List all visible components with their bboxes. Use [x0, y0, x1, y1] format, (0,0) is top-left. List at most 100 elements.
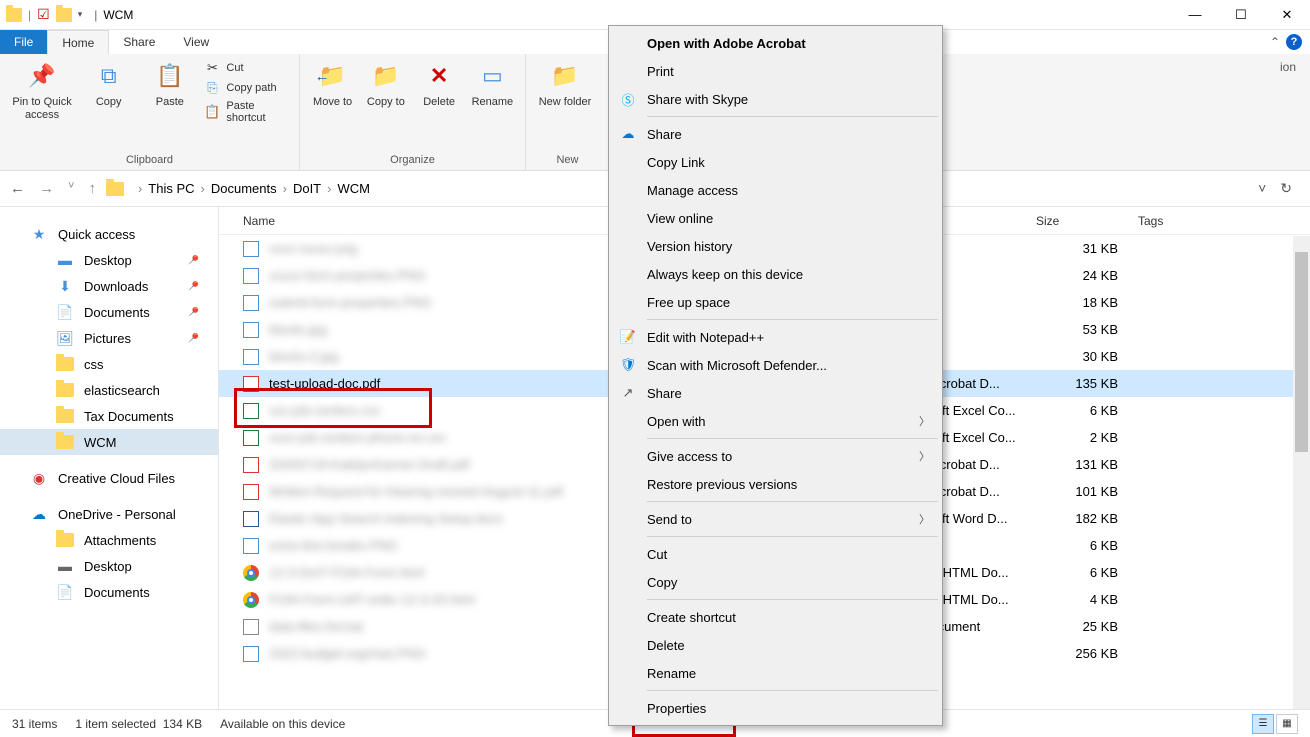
ctx-create-shortcut[interactable]: Create shortcut: [611, 603, 940, 631]
rename-button[interactable]: ▭ Rename: [470, 60, 515, 109]
large-icons-view-button[interactable]: ▦: [1276, 714, 1298, 734]
ctx-share2[interactable]: ↗Share: [611, 379, 940, 407]
ctx-notepad[interactable]: 📝Edit with Notepad++: [611, 323, 940, 351]
pin-to-quick-access-button[interactable]: 📌 Pin to Quick access: [10, 60, 74, 122]
nav-pictures[interactable]: 🖼Pictures📍: [0, 325, 218, 351]
pdf-file-icon: [243, 484, 259, 500]
pdf-file-icon: [243, 457, 259, 473]
refresh-button[interactable]: ↻: [1280, 180, 1292, 197]
img-file-icon: [243, 538, 259, 554]
ctx-skype[interactable]: ⓈShare with Skype: [611, 85, 940, 113]
img-file-icon: [243, 322, 259, 338]
collapse-ribbon-icon[interactable]: ⌃: [1270, 35, 1280, 49]
ctx-share[interactable]: ☁Share: [611, 120, 940, 148]
skype-icon: Ⓢ: [619, 90, 637, 108]
cut-button[interactable]: ✂Cut: [204, 60, 289, 76]
tab-home[interactable]: Home: [47, 30, 109, 54]
folder-icon: [106, 182, 124, 196]
col-tags[interactable]: Tags: [1138, 214, 1310, 228]
file-name: 2022-budget-orgchart.PNG: [269, 646, 426, 661]
file-size: 131 KB: [1036, 457, 1138, 472]
scrollbar-thumb[interactable]: [1295, 252, 1308, 452]
forward-button[interactable]: →: [39, 180, 54, 197]
paste-button[interactable]: 📋 Paste: [143, 60, 196, 109]
ctx-copy[interactable]: Copy: [611, 568, 940, 596]
notepad-icon: 📝: [619, 328, 637, 346]
onedrive-icon: ☁: [30, 506, 48, 522]
crumb-this-pc[interactable]: This PC: [148, 181, 194, 196]
nav-tax-documents[interactable]: Tax Documents: [0, 403, 218, 429]
ctx-copy-link[interactable]: Copy Link: [611, 148, 940, 176]
delete-label: Delete: [423, 96, 455, 109]
file-name: Elastic-App-Search-Indexing-Setup.docx: [269, 511, 503, 526]
details-view-button[interactable]: ☰: [1252, 714, 1274, 734]
nav-od-attachments[interactable]: Attachments: [0, 527, 218, 553]
qat-dropdown-icon[interactable]: ▾: [78, 9, 83, 20]
crumb-documents[interactable]: Documents: [211, 181, 277, 196]
ctx-cut[interactable]: Cut: [611, 540, 940, 568]
ctx-manage-access[interactable]: Manage access: [611, 176, 940, 204]
downloads-icon: ⬇: [56, 278, 74, 294]
shield-icon: 🛡: [619, 356, 637, 374]
crumb-wcm[interactable]: WCM: [337, 181, 370, 196]
nav-elasticsearch[interactable]: elasticsearch: [0, 377, 218, 403]
pin-icon: 📌: [26, 60, 58, 92]
new-group-label: New: [526, 154, 609, 170]
nav-creative-cloud[interactable]: ◉Creative Cloud Files: [0, 465, 218, 491]
ctx-give-access[interactable]: Give access to〉: [611, 442, 940, 470]
copy-to-button[interactable]: 📁 Copy to: [363, 60, 408, 109]
ctx-always-keep[interactable]: Always keep on this device: [611, 260, 940, 288]
ctx-print[interactable]: Print: [611, 57, 940, 85]
address-dropdown-icon[interactable]: ˅: [1258, 180, 1266, 197]
folder-icon: [56, 533, 74, 547]
ctx-free-up[interactable]: Free up space: [611, 288, 940, 316]
onedrive-icon: ☁: [619, 125, 637, 143]
tab-view[interactable]: View: [169, 30, 223, 54]
file-name: test-upload-doc.pdf: [269, 376, 380, 391]
ctx-delete[interactable]: Delete: [611, 631, 940, 659]
move-to-button[interactable]: 📁← Move to: [310, 60, 355, 109]
ctx-defender[interactable]: 🛡Scan with Microsoft Defender...: [611, 351, 940, 379]
nav-wcm[interactable]: WCM: [0, 429, 218, 455]
back-button[interactable]: ←: [10, 180, 25, 197]
nav-quick-access[interactable]: ★Quick access: [0, 221, 218, 247]
ctx-properties[interactable]: Properties: [611, 694, 940, 722]
img-file-icon: [243, 268, 259, 284]
paste-shortcut-button[interactable]: 📋Paste shortcut: [204, 100, 289, 124]
ctx-send-to[interactable]: Send to〉: [611, 505, 940, 533]
vertical-scrollbar[interactable]: [1293, 236, 1310, 709]
tab-share[interactable]: Share: [109, 30, 169, 54]
properties-qat-icon[interactable]: ☑: [37, 6, 50, 23]
ctx-separator: [647, 599, 938, 600]
nav-od-documents[interactable]: 📄Documents: [0, 579, 218, 605]
close-button[interactable]: ✕: [1264, 0, 1310, 30]
crumb-doit[interactable]: DoIT: [293, 181, 321, 196]
nav-documents[interactable]: 📄Documents📍: [0, 299, 218, 325]
ctx-view-online[interactable]: View online: [611, 204, 940, 232]
delete-button[interactable]: ✕ Delete: [417, 60, 462, 109]
help-icon[interactable]: ?: [1286, 34, 1302, 50]
file-name: blocks-2.jpg: [269, 349, 338, 364]
copy-path-button[interactable]: ⎘Copy path: [204, 80, 289, 96]
ctx-rename[interactable]: Rename: [611, 659, 940, 687]
tab-file[interactable]: File: [0, 30, 47, 54]
file-name: xxxxx-form-properties.PNG: [269, 268, 426, 283]
ctx-version-history[interactable]: Version history: [611, 232, 940, 260]
up-button[interactable]: ↑: [88, 180, 96, 197]
nav-desktop[interactable]: ▬Desktop📍: [0, 247, 218, 273]
ctx-open-adobe[interactable]: Open with Adobe Acrobat: [611, 29, 940, 57]
ctx-restore[interactable]: Restore previous versions: [611, 470, 940, 498]
new-folder-button[interactable]: 📁 New folder: [536, 60, 594, 109]
pin-icon: 📍: [184, 277, 203, 296]
nav-downloads[interactable]: ⬇Downloads📍: [0, 273, 218, 299]
nav-onedrive[interactable]: ☁OneDrive - Personal: [0, 501, 218, 527]
nav-od-desktop[interactable]: ▬Desktop: [0, 553, 218, 579]
minimize-button[interactable]: —: [1172, 0, 1218, 30]
file-name: extra-line-breaks.PNG: [269, 538, 398, 553]
maximize-button[interactable]: ☐: [1218, 0, 1264, 30]
ctx-open-with[interactable]: Open with〉: [611, 407, 940, 435]
recent-locations-button[interactable]: ˅: [68, 180, 74, 197]
nav-css[interactable]: css: [0, 351, 218, 377]
copy-button[interactable]: ⧉ Copy: [82, 60, 135, 109]
col-size[interactable]: Size: [1036, 214, 1138, 228]
